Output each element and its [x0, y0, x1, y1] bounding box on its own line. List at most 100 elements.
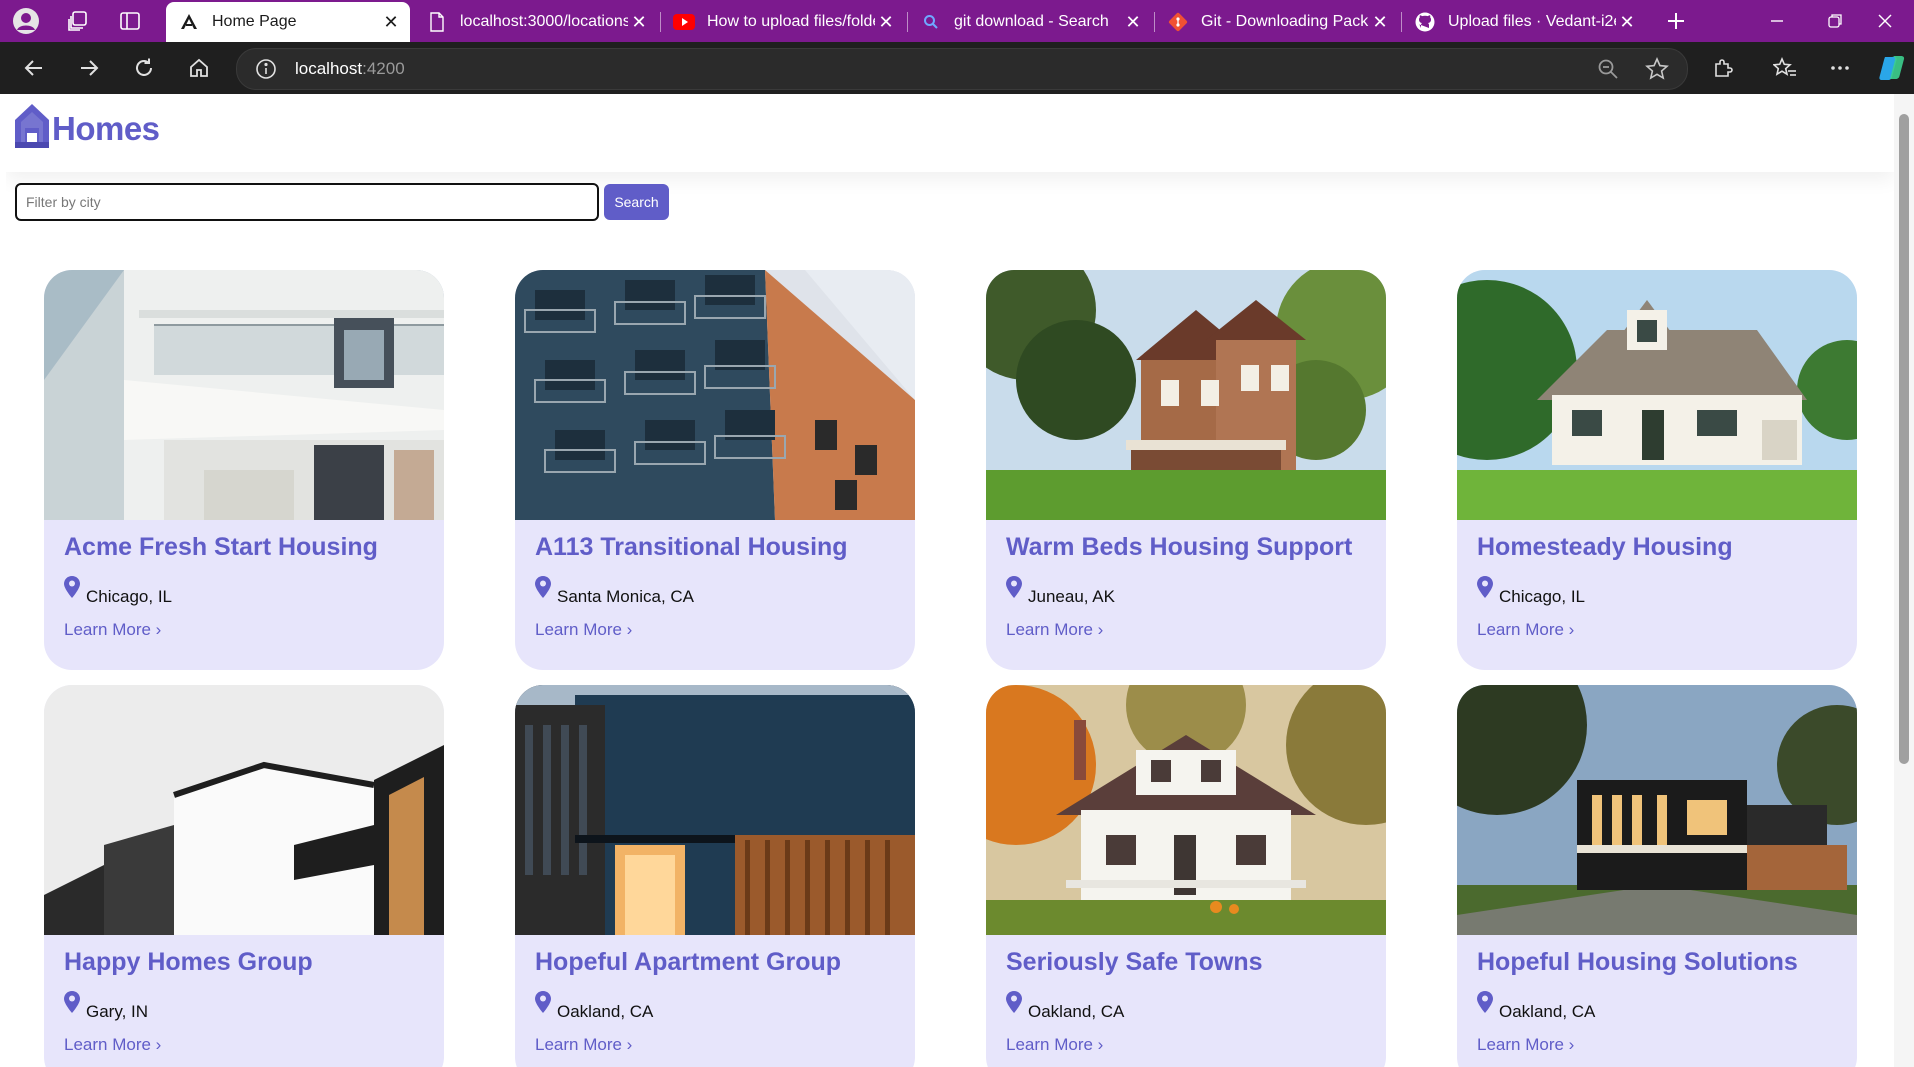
learn-more-link[interactable]: Learn More ›: [1477, 1035, 1574, 1055]
refresh-icon[interactable]: [126, 51, 162, 85]
learn-more-link[interactable]: Learn More ›: [535, 1035, 632, 1055]
site-header: Homes: [6, 94, 1894, 172]
housing-photo[interactable]: [1457, 685, 1857, 935]
housing-name: Homesteady Housing: [1477, 533, 1733, 561]
city-filter-input[interactable]: [15, 183, 599, 221]
learn-more-link[interactable]: Learn More ›: [1006, 620, 1103, 640]
brand-logo[interactable]: Homes: [14, 103, 160, 154]
housing-name: Happy Homes Group: [64, 948, 313, 976]
housing-location: Gary, IN: [64, 991, 148, 1022]
housing-name: A113 Transitional Housing: [535, 533, 848, 561]
learn-more-link[interactable]: Learn More ›: [1006, 1035, 1103, 1055]
tab-github[interactable]: Upload files · Vedant-i2e/ ✕: [1402, 4, 1646, 40]
back-icon[interactable]: [16, 51, 52, 85]
tab-title: Home Page: [212, 13, 297, 30]
git-icon: [1167, 11, 1189, 33]
housing-photo[interactable]: [986, 270, 1386, 520]
location-text: Santa Monica, CA: [557, 587, 695, 606]
location-text: Chicago, IL: [86, 587, 172, 606]
housing-photo[interactable]: [44, 685, 444, 935]
copilot-icon[interactable]: [1874, 51, 1910, 85]
zoom-out-icon[interactable]: [1597, 58, 1619, 85]
search-button[interactable]: Search: [604, 184, 669, 220]
housing-location: Oakland, CA: [1477, 991, 1595, 1022]
youtube-icon: [673, 11, 695, 33]
page-icon: [426, 11, 448, 33]
address-bar[interactable]: localhost:4200: [236, 48, 1688, 90]
map-pin-icon: [1006, 991, 1022, 1018]
close-window-icon[interactable]: [1856, 0, 1914, 42]
housing-location: Santa Monica, CA: [535, 576, 694, 607]
github-icon: [1414, 11, 1436, 33]
housing-photo[interactable]: [515, 685, 915, 935]
close-tab-icon[interactable]: ✕: [1616, 11, 1638, 33]
extensions-icon[interactable]: [1705, 51, 1741, 85]
housing-card: Warm Beds Housing Support Juneau, AK Lea…: [986, 270, 1386, 670]
housing-name: Hopeful Housing Solutions: [1477, 948, 1798, 976]
housing-location: Chicago, IL: [1477, 576, 1585, 607]
map-pin-icon: [535, 991, 551, 1018]
tab-locations[interactable]: localhost:3000/locations ✕: [414, 4, 658, 40]
site-info-icon[interactable]: [255, 58, 277, 85]
close-tab-icon[interactable]: ✕: [875, 11, 897, 33]
favorites-icon[interactable]: [1767, 51, 1803, 85]
housing-card: A113 Transitional Housing Santa Monica, …: [515, 270, 915, 670]
favorite-star-icon[interactable]: [1645, 57, 1669, 86]
workspaces-icon[interactable]: [62, 5, 94, 37]
angular-icon: [178, 11, 200, 33]
location-text: Juneau, AK: [1028, 587, 1115, 606]
housing-card: Acme Fresh Start Housing Chicago, IL Lea…: [44, 270, 444, 670]
browser-tab-bar: Home Page ✕ localhost:3000/locations ✕ H…: [0, 0, 1914, 42]
page-scrollbar[interactable]: [1894, 94, 1914, 1067]
tab-youtube[interactable]: How to upload files/folde ✕: [661, 4, 905, 40]
map-pin-icon: [1477, 991, 1493, 1018]
map-pin-icon: [64, 576, 80, 603]
learn-more-link[interactable]: Learn More ›: [64, 1035, 161, 1055]
housing-card: Homesteady Housing Chicago, IL Learn Mor…: [1457, 270, 1857, 670]
new-tab-icon[interactable]: [1660, 5, 1692, 37]
housing-card: Hopeful Housing Solutions Oakland, CA Le…: [1457, 685, 1857, 1067]
page-viewport: Homes Search: [6, 94, 1894, 1067]
url-port: :4200: [362, 59, 405, 78]
housing-photo[interactable]: [515, 270, 915, 520]
more-options-icon[interactable]: [1822, 51, 1858, 85]
minimize-icon[interactable]: [1748, 0, 1806, 42]
map-pin-icon: [1006, 576, 1022, 603]
housing-location: Chicago, IL: [64, 576, 172, 607]
tab-home-page[interactable]: Home Page ✕: [166, 2, 410, 42]
forward-icon[interactable]: [71, 51, 107, 85]
profile-icon[interactable]: [10, 5, 42, 37]
close-tab-icon[interactable]: ✕: [1122, 11, 1144, 33]
search-form: Search: [15, 183, 669, 221]
location-text: Oakland, CA: [557, 1002, 654, 1021]
vertical-tabs-icon[interactable]: [114, 5, 146, 37]
housing-card: Seriously Safe Towns Oakland, CA Learn M…: [986, 685, 1386, 1067]
browser-toolbar: localhost:4200: [0, 42, 1914, 94]
search-icon: [920, 11, 942, 33]
scrollbar-thumb[interactable]: [1899, 114, 1909, 764]
housing-list: Acme Fresh Start Housing Chicago, IL Lea…: [44, 270, 1864, 1067]
close-tab-icon[interactable]: ✕: [380, 11, 402, 33]
map-pin-icon: [535, 576, 551, 603]
location-text: Gary, IN: [86, 1002, 149, 1021]
learn-more-link[interactable]: Learn More ›: [64, 620, 161, 640]
close-tab-icon[interactable]: ✕: [1369, 11, 1391, 33]
housing-photo[interactable]: [1457, 270, 1857, 520]
url-text: localhost:4200: [295, 59, 405, 79]
housing-location: Juneau, AK: [1006, 576, 1115, 607]
home-icon[interactable]: [181, 51, 217, 85]
tab-title: localhost:3000/locations: [460, 13, 628, 30]
close-tab-icon[interactable]: ✕: [628, 11, 650, 33]
url-host: localhost: [295, 59, 363, 78]
learn-more-link[interactable]: Learn More ›: [1477, 620, 1574, 640]
housing-card: Happy Homes Group Gary, IN Learn More ›: [44, 685, 444, 1067]
housing-location: Oakland, CA: [535, 991, 653, 1022]
house-icon: [14, 103, 50, 154]
learn-more-link[interactable]: Learn More ›: [535, 620, 632, 640]
tab-search[interactable]: git download - Search ✕: [908, 4, 1152, 40]
housing-name: Warm Beds Housing Support: [1006, 533, 1353, 561]
housing-name: Seriously Safe Towns: [1006, 948, 1263, 976]
housing-photo[interactable]: [44, 270, 444, 520]
housing-photo[interactable]: [986, 685, 1386, 935]
tab-git[interactable]: Git - Downloading Packag ✕: [1155, 4, 1399, 40]
